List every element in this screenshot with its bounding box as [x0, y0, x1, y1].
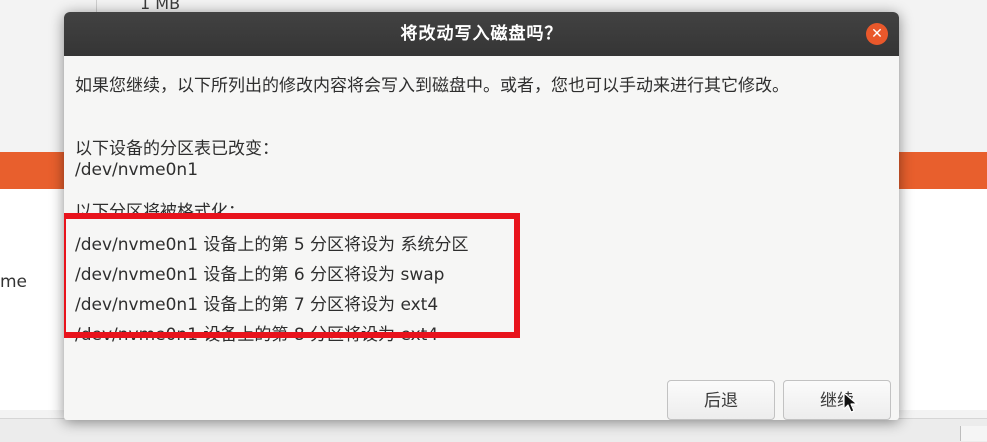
partition-table-device: /dev/nvme0n1	[75, 160, 199, 180]
write-changes-dialog: 将改动写入磁盘吗？ ✕ 如果您继续，以下所列出的修改内容将会写入到磁盘中。或者，…	[64, 12, 899, 420]
dialog-titlebar: 将改动写入磁盘吗？ ✕	[64, 12, 899, 56]
red-highlight-box	[64, 213, 520, 338]
back-button[interactable]: 后退	[667, 380, 775, 420]
partition-table-heading: 以下设备的分区表已改变：	[75, 139, 279, 159]
dialog-message: 如果您继续，以下所列出的修改内容将会写入到磁盘中。或者，您也可以手动来进行其它修…	[75, 76, 789, 96]
background-label-fragment: me	[0, 272, 28, 292]
dialog-title: 将改动写入磁盘吗？	[400, 24, 563, 44]
close-icon[interactable]: ✕	[866, 23, 888, 45]
background-button-fragment	[960, 426, 987, 441]
mouse-pointer-icon	[843, 392, 858, 413]
dialog-content: 如果您继续，以下所列出的修改内容将会写入到磁盘中。或者，您也可以手动来进行其它修…	[64, 56, 899, 420]
continue-button[interactable]: 继续	[783, 380, 891, 420]
background-bottom-bar	[0, 418, 987, 442]
